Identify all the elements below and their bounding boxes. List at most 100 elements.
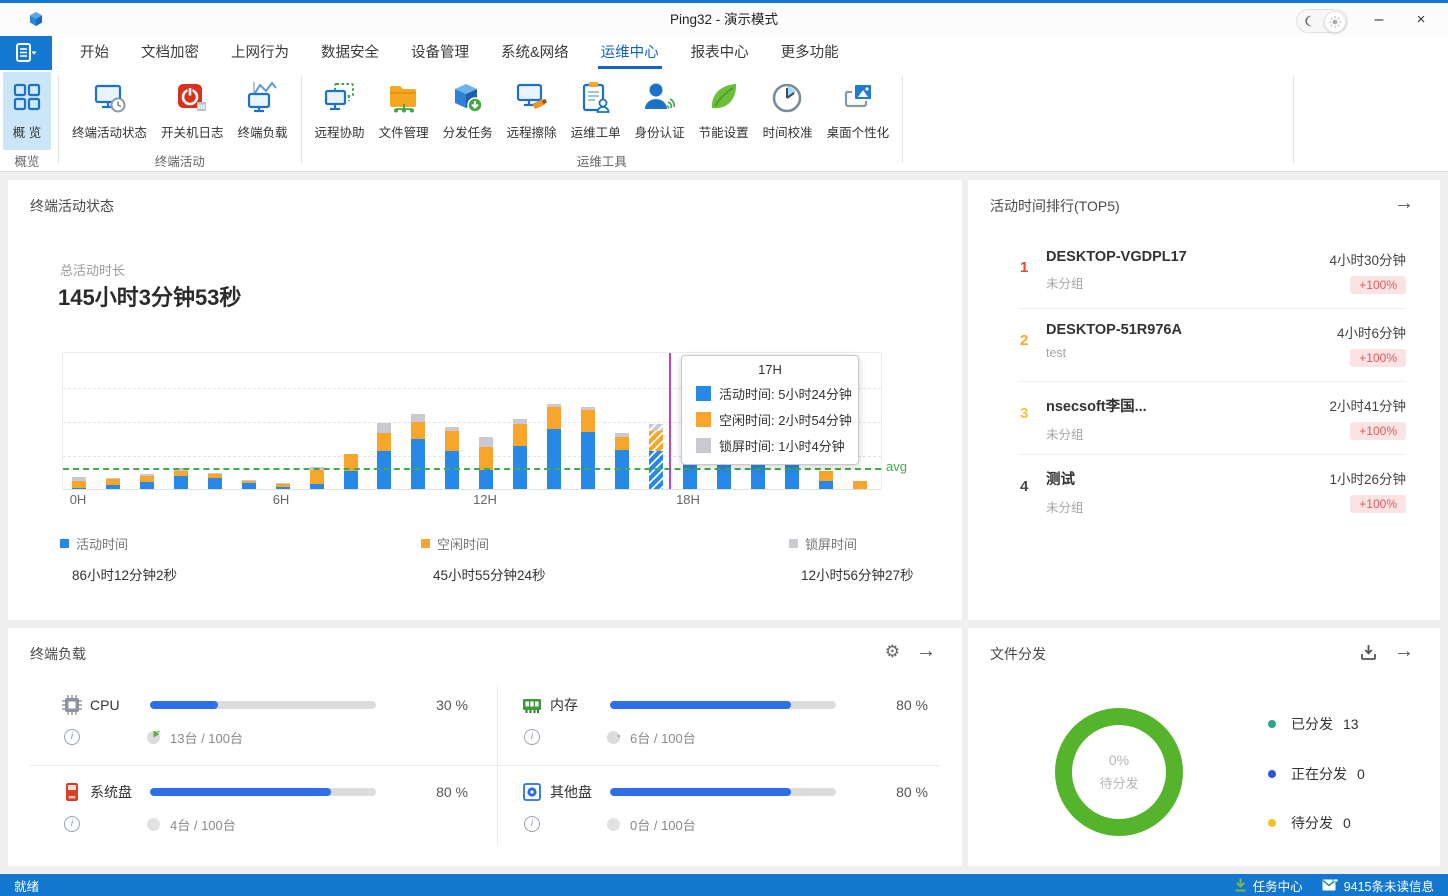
sun-icon[interactable]: [1324, 11, 1346, 33]
system-disk-progress-bar: [150, 788, 376, 796]
tab-data-security[interactable]: 数据安全: [305, 36, 395, 70]
activity-time: 1小时26分钟: [1329, 468, 1406, 488]
toolbar-item-power-log[interactable]: 开关机日志: [155, 72, 230, 150]
toolbar-group-overview: 概 览 概览: [0, 70, 54, 171]
cpu-icon: [60, 694, 84, 716]
pie-mini-icon: [606, 730, 621, 745]
tab-device-management[interactable]: 设备管理: [395, 36, 485, 70]
task-center-button[interactable]: 任务中心: [1228, 876, 1309, 895]
distribute-task-icon: [450, 76, 486, 120]
info-icon[interactable]: i: [524, 729, 540, 745]
ribbon-tab-bar: 开始 文档加密 上网行为 数据安全 设备管理 系统&网络 运维中心 报表中心 更…: [0, 36, 1448, 70]
theme-toggle[interactable]: [1296, 9, 1348, 33]
tab-doc-encryption[interactable]: 文档加密: [125, 36, 215, 70]
divider: [497, 686, 498, 846]
pie-mini-icon: [146, 730, 161, 745]
toolbar-item-energy-saving[interactable]: 节能设置: [693, 72, 755, 150]
toolbar-item-remote-assist[interactable]: 远程协助: [309, 72, 371, 150]
toolbar-item-identity-auth[interactable]: 身份认证: [629, 72, 691, 150]
unread-messages-button[interactable]: 9415条未读信息: [1316, 876, 1440, 895]
toolbar-item-overview[interactable]: 概 览: [3, 72, 51, 150]
toolbar-item-distribute-task[interactable]: 分发任务: [437, 72, 499, 150]
tooltip-row: 空闲时间: 2小时54分钟: [696, 410, 858, 429]
ribbon-tabs: 开始 文档加密 上网行为 数据安全 设备管理 系统&网络 运维中心 报表中心 更…: [64, 36, 855, 70]
chart-tooltip: 17H 活动时间: 5小时24分钟 空闲时间: 2小时54分钟 锁屏时间: 1小…: [681, 355, 859, 465]
info-icon[interactable]: i: [64, 729, 80, 745]
ribbon-toolbar: 概 览 概览 终端活动状态 开关机日志 终端负: [0, 70, 1448, 172]
donut-center-percent: 0%: [1109, 752, 1129, 768]
file-distribution-panel: 文件分发 → 0% 待分发 已分发 13 正在分发 0 待分发 0: [968, 628, 1440, 866]
ranking-row[interactable]: 1 DESKTOP-VGDPL17 未分组 4小时30分钟 +100%: [968, 236, 1440, 309]
remote-assist-icon: [322, 76, 358, 120]
arrow-right-icon[interactable]: →: [1394, 640, 1414, 662]
toolbar-empty-space: [907, 70, 1289, 171]
toolbar-item-desktop-personalize[interactable]: 桌面个性化: [821, 72, 896, 150]
change-badge: +100%: [1350, 349, 1406, 367]
moon-icon[interactable]: [1304, 15, 1316, 27]
metric-percent: 80 %: [878, 784, 928, 800]
ranking-row[interactable]: 2 DESKTOP-51R976A test 4小时6分钟 +100%: [968, 309, 1440, 382]
info-icon[interactable]: i: [64, 816, 80, 832]
average-line: [63, 468, 881, 470]
pie-mini-icon: [146, 817, 161, 832]
toolbar-item-file-manage[interactable]: 文件管理: [373, 72, 435, 150]
toolbar-item-label: 概 览: [13, 122, 41, 141]
ranking-row[interactable]: 4 测试 未分组 1小时26分钟 +100%: [968, 455, 1440, 528]
terminal-activity-icon: [92, 76, 128, 120]
active-time-swatch: [696, 386, 711, 401]
legend-item-distributing: 正在分发 0: [1268, 764, 1365, 784]
device-name: DESKTOP-VGDPL17: [1046, 249, 1329, 265]
pending-dot: [1268, 819, 1276, 827]
x-tick: 18H: [676, 492, 700, 507]
toolbar-item-terminal-activity-status[interactable]: 终端活动状态: [66, 72, 153, 150]
distribution-donut-chart[interactable]: 0% 待分发: [1055, 708, 1183, 836]
terminal-load-panel: 终端负载 ⚙ → CPU 30 % i 13台 / 100台 内存 8: [8, 628, 962, 866]
activity-chart-plot[interactable]: 17H 活动时间: 5小时24分钟 空闲时间: 2小时54分钟 锁屏时间: 1小…: [62, 352, 882, 490]
minimize-button[interactable]: –: [1362, 3, 1396, 36]
toolbar-separator: [1293, 76, 1294, 163]
toolbar-separator: [902, 76, 903, 163]
locked-time-swatch: [696, 438, 711, 453]
total-duration-label: 总活动时长: [60, 260, 125, 279]
tab-web-behavior[interactable]: 上网行为: [215, 36, 305, 70]
tab-report-center[interactable]: 报表中心: [675, 36, 765, 70]
legend-label: 活动时间: [76, 534, 128, 553]
metric-percent: 80 %: [878, 697, 928, 713]
activity-time: 4小时6分钟: [1337, 322, 1406, 342]
other-disk-icon: [520, 781, 544, 803]
x-tick: 0H: [70, 492, 87, 507]
tooltip-title: 17H: [682, 362, 858, 377]
metric-memory: 内存 80 % i 6台 / 100台: [520, 694, 920, 745]
toolbar-item-ops-ticket[interactable]: 运维工单: [565, 72, 627, 150]
ranking-row[interactable]: 3 nsecsoft李国... 未分组 2小时41分钟 +100%: [968, 382, 1440, 455]
tab-more-features[interactable]: 更多功能: [765, 36, 855, 70]
gear-icon[interactable]: ⚙: [885, 641, 900, 663]
info-icon[interactable]: i: [524, 816, 540, 832]
activity-time: 4小时30分钟: [1329, 249, 1406, 269]
distributing-dot: [1268, 770, 1276, 778]
toolbar-item-terminal-load[interactable]: 终端负载: [232, 72, 294, 150]
metric-count: 4台 / 100台: [170, 815, 236, 834]
toolbar-item-time-calibration[interactable]: 时间校准: [757, 72, 819, 150]
remote-wipe-icon: [514, 76, 550, 120]
main-menu-button[interactable]: [0, 36, 52, 70]
close-button[interactable]: ×: [1404, 3, 1438, 36]
arrow-right-icon[interactable]: →: [1394, 192, 1414, 214]
metric-label: 内存: [550, 695, 610, 715]
terminal-load-icon: [245, 76, 281, 120]
metric-other-disk: 其他盘 80 % i 0台 / 100台: [520, 781, 920, 832]
toolbar-item-remote-wipe[interactable]: 远程擦除: [501, 72, 563, 150]
tab-system-network[interactable]: 系统&网络: [485, 36, 585, 70]
metric-count: 13台 / 100台: [170, 728, 243, 747]
tab-ops-center[interactable]: 运维中心: [585, 36, 675, 70]
titlebar[interactable]: Ping32 - 演示模式 – ×: [0, 3, 1448, 36]
tab-start[interactable]: 开始: [64, 36, 125, 70]
legend-value: 45小时55分钟24秒: [421, 564, 546, 584]
toolbar-group-caption: 概览: [0, 151, 54, 170]
panel-title: 文件分发: [990, 644, 1046, 664]
arrow-right-icon[interactable]: →: [916, 640, 936, 662]
distribute-download-icon[interactable]: [1359, 643, 1378, 666]
hover-indicator-line: [669, 353, 671, 489]
device-name: DESKTOP-51R976A: [1046, 322, 1337, 338]
idle-time-swatch: [421, 539, 430, 548]
